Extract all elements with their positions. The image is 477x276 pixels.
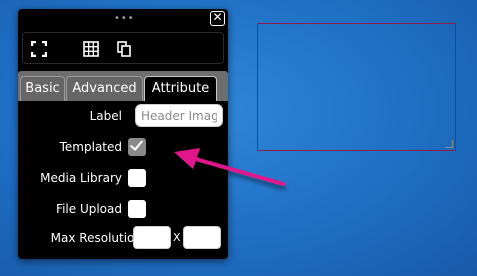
resolution-separator: X [173, 231, 181, 244]
tab-strip: Basic Advanced Attribute [18, 71, 228, 101]
image-placeholder-block[interactable] [257, 23, 456, 151]
resize-handle-icon[interactable] [445, 140, 453, 148]
tab-advanced[interactable]: Advanced [66, 76, 143, 101]
max-width-input[interactable] [133, 226, 171, 249]
grid-icon [83, 41, 99, 57]
label-input[interactable] [135, 104, 223, 127]
media-library-checkbox[interactable] [128, 169, 146, 187]
panel-header[interactable]: ••• ✕ [18, 9, 228, 29]
templated-label: Templated [59, 140, 122, 154]
copy-icon [117, 41, 131, 57]
drag-handle-icon[interactable]: ••• [114, 14, 135, 24]
attribute-form: Label Templated Media Library File Uploa… [18, 101, 228, 259]
close-button[interactable]: ✕ [210, 11, 225, 26]
copy-button[interactable] [114, 39, 134, 59]
max-resolution-label: Max Resolution [50, 231, 142, 245]
panel-toolbar [22, 32, 224, 64]
fullscreen-button[interactable] [29, 39, 49, 59]
grid-button[interactable] [81, 39, 101, 59]
file-upload-checkbox[interactable] [128, 200, 146, 218]
label-field-label: Label [89, 109, 122, 123]
media-library-label: Media Library [40, 171, 122, 185]
file-upload-label: File Upload [56, 202, 122, 216]
fullscreen-icon [31, 41, 47, 57]
checkmark-icon [129, 137, 144, 151]
templated-checkbox[interactable] [128, 137, 146, 156]
max-height-input[interactable] [183, 226, 221, 249]
tab-basic[interactable]: Basic [20, 76, 65, 101]
properties-panel: ••• ✕ Basic Advanced Attribute Label Hea… [18, 9, 228, 259]
tab-attribute[interactable]: Attribute [144, 76, 217, 101]
